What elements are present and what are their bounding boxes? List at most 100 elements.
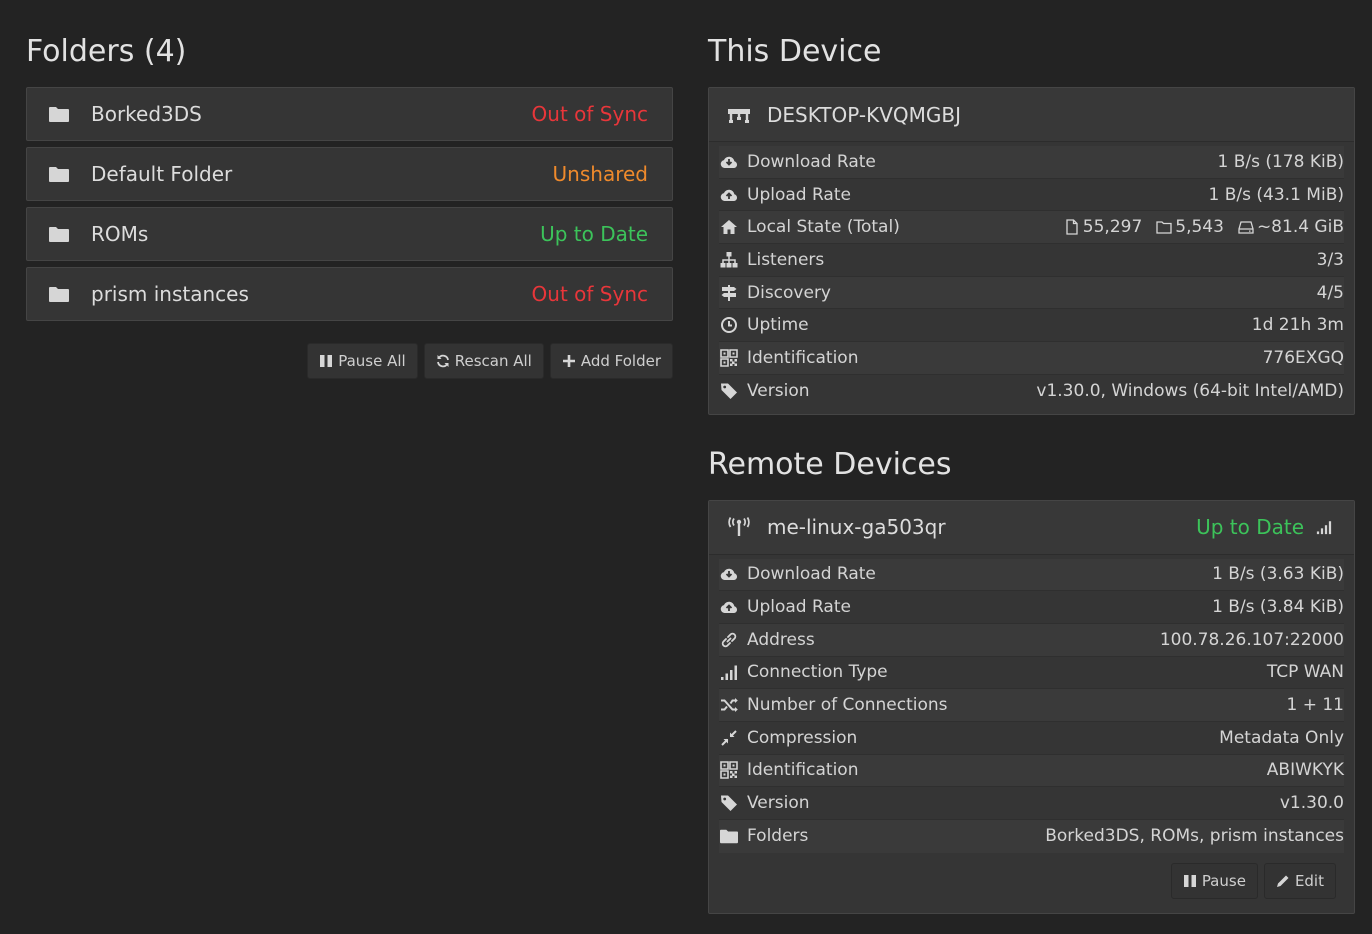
folder-icon <box>49 286 69 302</box>
folder-actions: Pause All Rescan All Add Folder <box>26 343 673 379</box>
plus-icon <box>562 354 576 368</box>
folders-title: Folders (4) <box>26 34 187 69</box>
row-value: 100.78.26.107:22000 <box>1159 629 1344 650</box>
dir-count-value: 5,543 <box>1175 217 1224 238</box>
desktop-network-icon <box>727 105 751 125</box>
hdd-icon <box>1238 219 1254 235</box>
sitemap-icon <box>719 251 739 269</box>
row-identification: Identification 776EXGQ <box>719 342 1344 375</box>
edit-label: Edit <box>1294 871 1324 890</box>
edit-device-button[interactable]: Edit <box>1263 862 1336 899</box>
row-label: Discovery <box>747 282 831 303</box>
device-id-link[interactable]: 776EXGQ <box>1263 348 1344 368</box>
qrcode-icon <box>719 761 739 779</box>
devices-column: This Device DESKTOP-KVQMGBJ Download Rat… <box>708 30 1355 914</box>
file-count-value: 55,297 <box>1082 217 1143 238</box>
row-label: Address <box>747 629 815 650</box>
folder-item-default-folder[interactable]: Default Folder Unshared <box>26 147 673 201</box>
folder-status: Unshared <box>552 162 648 186</box>
signal-icon <box>1316 519 1332 535</box>
row-label: Compression <box>747 727 858 748</box>
row-value: Borked3DS, ROMs, prism instances <box>1045 826 1344 847</box>
row-value: v1.30.0, Windows (64-bit Intel/AMD) <box>1036 381 1344 402</box>
pause-all-label: Pause All <box>338 352 406 370</box>
row-value: 1 B/s (3.84 KiB) <box>1212 597 1344 618</box>
row-value: Metadata Only <box>1219 727 1344 748</box>
row-value: 1 B/s (43.1 MiB) <box>1208 184 1344 205</box>
folder-status: Up to Date <box>540 222 648 246</box>
folder-name: Default Folder <box>91 162 233 186</box>
this-device-panel: DESKTOP-KVQMGBJ Download Rate 1 B/s (178… <box>708 87 1355 415</box>
cloud-download-icon <box>719 565 739 583</box>
remote-device-id-link[interactable]: ABIWKYK <box>1267 760 1344 780</box>
row-value: 1d 21h 3m <box>1251 315 1344 336</box>
row-label: Upload Rate <box>747 184 851 205</box>
row-upload-rate: Upload Rate 1 B/s (43.1 MiB) <box>719 179 1344 212</box>
add-folder-button[interactable]: Add Folder <box>549 343 673 379</box>
clock-icon <box>719 316 739 334</box>
remote-devices-title: Remote Devices <box>708 446 952 482</box>
folder-status: Out of Sync <box>531 282 648 306</box>
row-label: Listeners <box>747 249 825 270</box>
row-value: 1 B/s (3.63 KiB) <box>1212 564 1344 585</box>
row-uptime: Uptime 1d 21h 3m <box>719 309 1344 343</box>
row-address: Address 100.78.26.107:22000 <box>719 623 1344 657</box>
remote-device-panel: me-linux-ga503qr Up to Date Download Rat… <box>708 499 1355 914</box>
folder-status: Out of Sync <box>531 102 648 126</box>
row-identification: Identification ABIWKYK <box>719 754 1344 788</box>
remote-device-actions: Pause Edit <box>709 859 1354 913</box>
total-size-value: ~81.4 GiB <box>1256 217 1344 238</box>
row-version: Version v1.30.0, Windows (64-bit Intel/A… <box>719 375 1344 408</box>
pause-all-button[interactable]: Pause All <box>307 343 418 379</box>
add-folder-label: Add Folder <box>580 352 661 370</box>
cloud-download-icon <box>719 153 739 171</box>
row-label: Identification <box>747 347 859 368</box>
pause-icon <box>319 354 333 368</box>
row-label: Download Rate <box>747 564 876 585</box>
row-label: Version <box>747 793 810 814</box>
qrcode-icon <box>719 349 739 367</box>
pause-device-button[interactable]: Pause <box>1170 862 1258 899</box>
random-icon <box>719 696 739 714</box>
row-num-connections: Number of Connections 1 + 11 <box>719 689 1344 722</box>
local-state-value: 55,297 5,543 ~81.4 GiB <box>1054 217 1344 237</box>
antenna-icon <box>727 517 751 537</box>
row-label: Folders <box>747 826 809 847</box>
total-size: ~81.4 GiB <box>1238 217 1344 237</box>
row-label: Version <box>747 381 810 402</box>
row-folders: Folders Borked3DS, ROMs, prism instances <box>719 820 1344 853</box>
folder-name: ROMs <box>91 222 149 246</box>
folder-icon <box>49 166 69 182</box>
folder-icon <box>49 106 69 122</box>
folder-item-roms[interactable]: ROMs Up to Date <box>26 207 673 261</box>
pause-label: Pause <box>1201 871 1246 890</box>
this-device-header[interactable]: DESKTOP-KVQMGBJ <box>709 88 1354 142</box>
link-icon <box>719 631 739 649</box>
this-device-title: This Device <box>708 34 882 69</box>
folder-outline-icon <box>1156 219 1172 235</box>
discovery-value[interactable]: 4/5 <box>1317 283 1344 303</box>
file-count: 55,297 <box>1064 217 1142 237</box>
row-label: Upload Rate <box>747 597 851 618</box>
tag-icon <box>719 794 739 812</box>
folder-icon <box>719 827 739 845</box>
listeners-value[interactable]: 3/3 <box>1317 250 1344 270</box>
row-upload-rate: Upload Rate 1 B/s (3.84 KiB) <box>719 591 1344 624</box>
row-listeners: Listeners 3/3 <box>719 244 1344 277</box>
rescan-all-button[interactable]: Rescan All <box>423 343 544 379</box>
signpost-icon <box>719 284 739 302</box>
row-discovery: Discovery 4/5 <box>719 276 1344 310</box>
row-download-rate: Download Rate 1 B/s (178 KiB) <box>719 146 1344 179</box>
dir-count: 5,543 <box>1156 217 1224 237</box>
folder-item-prism-instances[interactable]: prism instances Out of Sync <box>26 267 673 321</box>
row-value: 1 B/s (178 KiB) <box>1217 151 1344 172</box>
row-label: Identification <box>747 760 859 781</box>
pause-icon <box>1183 874 1197 888</box>
remote-device-status: Up to Date <box>1196 515 1304 539</box>
this-device-name: DESKTOP-KVQMGBJ <box>767 102 962 127</box>
cloud-upload-icon <box>719 186 739 204</box>
signal-icon <box>719 663 739 681</box>
folder-item-borked3ds[interactable]: Borked3DS Out of Sync <box>26 87 673 141</box>
row-version: Version v1.30.0 <box>719 787 1344 820</box>
remote-device-header[interactable]: me-linux-ga503qr Up to Date <box>709 500 1354 555</box>
